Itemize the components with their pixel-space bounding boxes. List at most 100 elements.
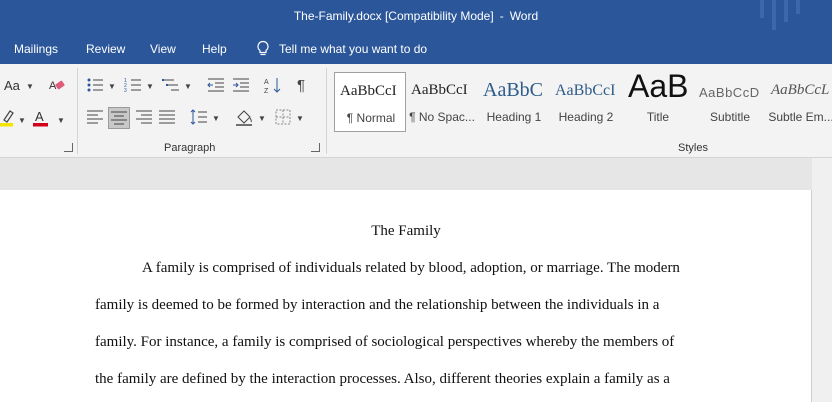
title-separator: -: [499, 9, 504, 23]
numbering-button[interactable]: 1 2 3: [124, 76, 142, 94]
chevron-down-icon[interactable]: ▼: [57, 116, 65, 125]
tab-mailings[interactable]: Mailings: [14, 42, 58, 56]
align-right-button[interactable]: [135, 108, 153, 126]
ribbon: Aa ▼ A ▼ A ▼ ▼ 1 2 3 ▼ ▼ A Z ¶ ▼ ▼ ▼ Par…: [0, 64, 832, 158]
paragraph-line: family is deemed to be formed by interac…: [95, 297, 660, 313]
tab-review[interactable]: Review: [86, 42, 125, 56]
highlighter-icon: [0, 110, 14, 127]
bullets-button[interactable]: [86, 76, 104, 94]
document-heading: The Family: [371, 223, 441, 239]
paint-bucket-icon: [236, 110, 252, 126]
numbering-icon: 1 2 3: [124, 78, 141, 94]
style-sample: AaBbCcI: [340, 83, 397, 99]
line-spacing-button[interactable]: [190, 108, 208, 126]
show-formatting-button[interactable]: ¶: [296, 76, 310, 94]
style-name: Heading 2: [558, 110, 614, 124]
increase-indent-button[interactable]: [232, 76, 250, 94]
borders-icon: [275, 109, 291, 125]
paragraph-line: the family are defined by the interactio…: [95, 371, 670, 387]
document-filename: The-Family.docx [Compatibility Mode]: [293, 9, 494, 23]
style-subtitle[interactable]: AaBbCcD Subtitle: [694, 72, 766, 132]
style-heading-1[interactable]: AaBbC Heading 1: [478, 72, 550, 132]
change-case-button[interactable]: Aa: [4, 76, 20, 94]
justify-button[interactable]: [158, 108, 176, 126]
paragraph-group-label: Paragraph: [164, 142, 216, 154]
font-color-button[interactable]: A: [32, 108, 50, 128]
style-name: Heading 1: [486, 110, 542, 124]
style-name: Subtitle: [709, 110, 751, 124]
lightbulb-icon: [257, 40, 269, 56]
titlebar-decoration: [758, 0, 832, 34]
chevron-down-icon[interactable]: ▼: [26, 82, 34, 91]
clear-formatting-button[interactable]: A: [48, 76, 66, 94]
style-name: ¶ Normal: [346, 111, 396, 125]
align-left-button[interactable]: [86, 108, 104, 126]
svg-text:Z: Z: [264, 88, 269, 94]
style-sample: AaBbCcD: [699, 85, 760, 100]
increase-indent-icon: [233, 78, 249, 92]
chevron-down-icon[interactable]: ▼: [108, 82, 116, 91]
tell-me-search[interactable]: Tell me what you want to do: [256, 40, 427, 57]
sort-icon: A Z: [264, 78, 281, 94]
pilcrow-icon: ¶: [297, 77, 305, 94]
svg-text:A: A: [49, 80, 57, 92]
tell-me-text: Tell me what you want to do: [279, 41, 428, 56]
svg-text:A: A: [264, 79, 269, 86]
paragraph-dialog-launcher[interactable]: [311, 143, 320, 152]
styles-group-label: Styles: [678, 142, 708, 154]
chevron-down-icon[interactable]: ▼: [184, 82, 192, 91]
vertical-scrollbar[interactable]: [812, 158, 832, 402]
style-normal[interactable]: AaBbCcI ¶ Normal: [334, 72, 406, 132]
group-divider: [326, 68, 327, 154]
style-name: Subtle Em...: [768, 110, 832, 124]
multilevel-list-button[interactable]: [162, 76, 180, 94]
line-spacing-icon: [190, 109, 207, 125]
decrease-indent-button[interactable]: [207, 76, 225, 94]
justify-icon: [159, 110, 175, 124]
align-center-button[interactable]: [108, 107, 130, 129]
align-right-icon: [136, 110, 152, 124]
eraser-icon: A: [49, 80, 65, 92]
paragraph-line: family. For instance, a family is compri…: [95, 334, 675, 350]
style-name: ¶ No Spac...: [409, 110, 475, 124]
highlight-color-button[interactable]: [0, 108, 16, 128]
title-bar: The-Family.docx [Compatibility Mode] - Wor…: [0, 0, 832, 34]
style-sample: AaBbCcI: [555, 82, 616, 99]
window-title: The-Family.docx [Compatibility Mode] - Wor…: [0, 9, 832, 23]
style-sample: AaBbC: [483, 79, 543, 101]
app-name: Word: [509, 9, 539, 23]
svg-text:¶: ¶: [297, 77, 305, 94]
borders-button[interactable]: [274, 108, 292, 126]
svg-text:3: 3: [124, 88, 127, 94]
group-divider: [77, 68, 78, 154]
style-name: Title: [646, 110, 670, 124]
shading-button[interactable]: [235, 108, 253, 126]
font-dialog-launcher[interactable]: [64, 143, 73, 152]
align-left-icon: [87, 110, 103, 124]
chevron-down-icon[interactable]: ▼: [146, 82, 154, 91]
document-page[interactable]: The Family A family is comprised of indi…: [0, 190, 812, 402]
decrease-indent-icon: [207, 78, 224, 92]
style-subtle-emphasis[interactable]: AaBbCcL Subtle Em...: [766, 72, 832, 132]
style-heading-2[interactable]: AaBbCcI Heading 2: [550, 72, 622, 132]
multilevel-list-icon: [162, 79, 179, 91]
style-title[interactable]: AaB Title: [622, 72, 694, 132]
bullets-icon: [87, 78, 103, 92]
chevron-down-icon[interactable]: ▼: [18, 116, 26, 125]
chevron-down-icon[interactable]: ▼: [258, 114, 266, 123]
chevron-down-icon[interactable]: ▼: [212, 114, 220, 123]
style-sample: AaBbCcI: [411, 82, 468, 98]
sort-button[interactable]: A Z: [264, 76, 282, 94]
chevron-down-icon[interactable]: ▼: [296, 114, 304, 123]
ribbon-tabs: Mailings Review View Help Tell me what y…: [0, 34, 832, 64]
align-center-icon: [111, 111, 127, 125]
svg-text:A: A: [35, 109, 44, 124]
style-sample: AaB: [628, 72, 689, 104]
paragraph-line: A family is comprised of individuals rel…: [142, 260, 680, 276]
tab-help[interactable]: Help: [202, 42, 227, 56]
tab-view[interactable]: View: [150, 42, 176, 56]
style-sample: AaBbCcL: [771, 82, 830, 98]
change-case-label: Aa: [4, 77, 20, 93]
font-color-icon: A: [33, 109, 48, 127]
style-no-spacing[interactable]: AaBbCcI ¶ No Spac...: [406, 72, 478, 132]
